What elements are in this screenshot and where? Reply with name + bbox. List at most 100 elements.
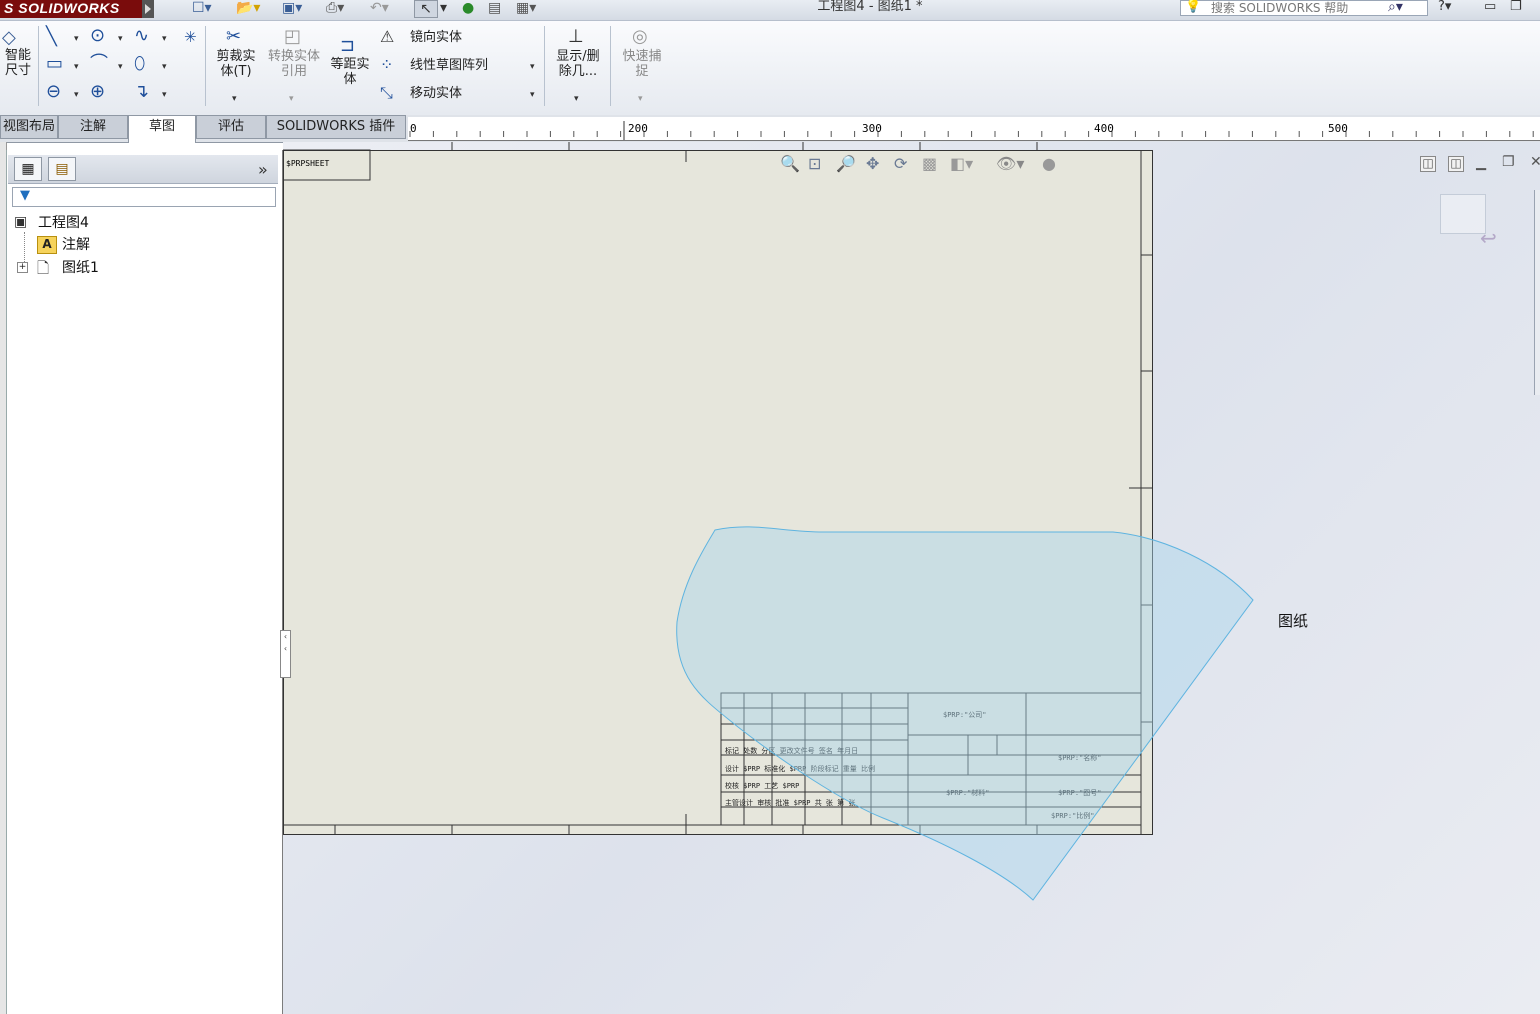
ribbon-separator	[205, 26, 206, 106]
solidworks-logo[interactable]: S SOLIDWORKS	[0, 0, 142, 18]
slot-icon[interactable]: ⊖	[46, 82, 61, 102]
polygon-dropdown-icon[interactable]: ▾	[162, 62, 167, 72]
zoom-to-area-icon[interactable]: ⊡	[808, 154, 821, 173]
svg-text:校核 $PRP 工艺 $PRP: 校核 $PRP 工艺 $PRP	[725, 781, 799, 790]
smart-dimension-button[interactable]: 智能尺寸	[0, 48, 36, 78]
zoom-previous-icon[interactable]: 🔎	[836, 154, 856, 173]
ribbon-separator	[610, 26, 611, 106]
help-icon[interactable]: ?▾	[1438, 0, 1451, 14]
relations-dropdown-icon[interactable]: ▾	[574, 94, 579, 104]
offset-entities-button[interactable]: 等距实体	[326, 57, 374, 87]
document-restore-icon[interactable]: ❐	[1502, 154, 1515, 170]
restore-window-icon[interactable]: ❐	[1510, 0, 1522, 14]
select-dropdown-icon[interactable]: ▾	[440, 0, 447, 18]
circle-dropdown-icon[interactable]: ▾	[118, 34, 123, 44]
quick-snaps-dropdown-icon[interactable]: ▾	[638, 94, 643, 104]
display-delete-relations-icon[interactable]: ⊥	[568, 27, 584, 47]
tree-item-drawing[interactable]: 工程图4	[38, 214, 89, 232]
file-properties-icon[interactable]: ▤	[488, 0, 501, 18]
expand-panel-icon[interactable]: »	[258, 160, 268, 179]
quick-snaps-icon[interactable]: ◎	[632, 27, 648, 47]
display-style-icon[interactable]: ◧▾	[950, 154, 973, 173]
property-manager-icon[interactable]: ▤	[48, 157, 76, 181]
move-entities-button[interactable]: 移动实体	[410, 86, 462, 102]
mirror-entities-button[interactable]: 镜向实体	[410, 30, 462, 46]
filter-icon: ▼	[20, 188, 30, 203]
convert-dropdown-icon[interactable]: ▾	[289, 94, 294, 104]
save-icon[interactable]: ▣▾	[282, 0, 302, 18]
tile-vertical-icon[interactable]: ◫	[1448, 156, 1464, 172]
circle-icon[interactable]: ⊙	[90, 26, 105, 46]
tree-filter-input[interactable]	[12, 187, 276, 207]
sheet-linework: $PRPSHEET $PRP:"公司" $PRP:"名称" $PRP:"材料" …	[283, 142, 1254, 901]
rebuild-icon[interactable]: ●	[462, 0, 474, 18]
polygon-icon[interactable]: ⬯	[134, 54, 145, 74]
section-view-icon[interactable]: ▩	[922, 154, 937, 173]
polygon-center-icon[interactable]: ⊕	[90, 82, 105, 102]
line-dropdown-icon[interactable]: ▾	[74, 34, 79, 44]
tab-sketch[interactable]: 草图	[128, 115, 196, 143]
fillet-icon[interactable]: ↴	[134, 82, 149, 102]
feature-manager-tree-icon[interactable]: ▦	[14, 157, 42, 181]
search-icon[interactable]: ⌕▾	[1388, 0, 1403, 14]
task-pane-tabs[interactable]	[1534, 190, 1540, 395]
spline-icon[interactable]: ∿	[134, 26, 149, 46]
print-icon[interactable]: ⎙▾	[326, 0, 344, 18]
point-icon[interactable]: ✳	[184, 27, 197, 47]
open-folder-icon[interactable]: 📂▾	[236, 0, 260, 18]
smart-dimension-icon[interactable]: ◇	[2, 28, 16, 48]
rotate-icon[interactable]: ⟳	[894, 154, 907, 173]
mirror-entities-icon[interactable]: ⚠	[380, 27, 394, 47]
tab-solidworks-addins[interactable]: SOLIDWORKS 插件	[266, 115, 406, 139]
ruler-label: 0	[410, 122, 417, 135]
document-minimize-icon[interactable]: ▁	[1476, 156, 1486, 171]
arc-dropdown-icon[interactable]: ▾	[118, 62, 123, 72]
linear-pattern-button[interactable]: 线性草图阵列	[410, 58, 488, 74]
tab-annotation[interactable]: 注解	[58, 115, 128, 139]
linear-pattern-icon[interactable]: ⁘	[380, 55, 393, 75]
tree-item-annotations[interactable]: 注解	[62, 236, 90, 254]
fillet-dropdown-icon[interactable]: ▾	[162, 90, 167, 100]
drawing-icon: ▣	[14, 214, 28, 230]
convert-entities-button[interactable]: 转换实体引用	[268, 49, 320, 79]
horizontal-ruler: 0 200 300 400 500	[408, 117, 1540, 141]
options-icon[interactable]: ▦▾	[516, 0, 536, 18]
move-dropdown-icon[interactable]: ▾	[530, 90, 535, 100]
rectangle-icon[interactable]: ▭	[46, 54, 63, 74]
expand-sheet-icon[interactable]: +	[17, 262, 28, 273]
move-entities-icon[interactable]: ⤡	[380, 83, 393, 103]
tab-evaluate[interactable]: 评估	[196, 115, 266, 139]
convert-entities-icon[interactable]: ◰	[284, 27, 301, 47]
ribbon-separator	[38, 26, 39, 106]
undo-icon[interactable]: ↶▾	[370, 0, 389, 18]
trim-entities-icon[interactable]: ✂	[226, 27, 241, 47]
display-delete-relations-button[interactable]: 显示/删除几...	[552, 49, 604, 79]
tile-horizontal-icon[interactable]: ◫	[1420, 156, 1436, 172]
new-document-icon[interactable]: ☐▾	[192, 0, 212, 18]
linear-pattern-dropdown-icon[interactable]: ▾	[530, 62, 535, 72]
panel-collapse-handle[interactable]: ‹ ‹	[280, 630, 291, 678]
return-arrow-icon[interactable]: ↩	[1480, 226, 1497, 250]
ruler-label: 500	[1328, 122, 1348, 135]
minimize-icon[interactable]: ▭	[1484, 0, 1496, 14]
slot-dropdown-icon[interactable]: ▾	[74, 90, 79, 100]
document-close-icon[interactable]: ✕	[1530, 154, 1540, 170]
appearance-icon[interactable]: ●	[1042, 154, 1056, 173]
rectangle-dropdown-icon[interactable]: ▾	[74, 62, 79, 72]
trim-entities-button[interactable]: 剪裁实体(T)	[212, 49, 260, 79]
tree-item-sheet[interactable]: 图纸1	[62, 259, 99, 277]
spline-dropdown-icon[interactable]: ▾	[162, 34, 167, 44]
menu-expand-arrow-icon[interactable]	[142, 0, 154, 18]
quick-snaps-button[interactable]: 快速捕捉	[618, 49, 666, 79]
tab-view-layout[interactable]: 视图布局	[0, 115, 58, 139]
trim-dropdown-icon[interactable]: ▾	[232, 94, 237, 104]
arc-icon[interactable]: ⌒	[90, 54, 108, 74]
zoom-to-fit-icon[interactable]: 🔍	[780, 154, 800, 173]
pan-icon[interactable]: ✥	[866, 154, 879, 173]
selection-region	[676, 526, 1254, 901]
line-icon[interactable]: ╲	[46, 27, 57, 47]
offset-entities-icon[interactable]: ⊐	[340, 36, 355, 56]
select-pointer-icon[interactable]: ↖	[414, 0, 438, 18]
hide-show-items-icon[interactable]: 👁▾	[996, 154, 1024, 173]
ruler-label: 400	[1094, 122, 1114, 135]
